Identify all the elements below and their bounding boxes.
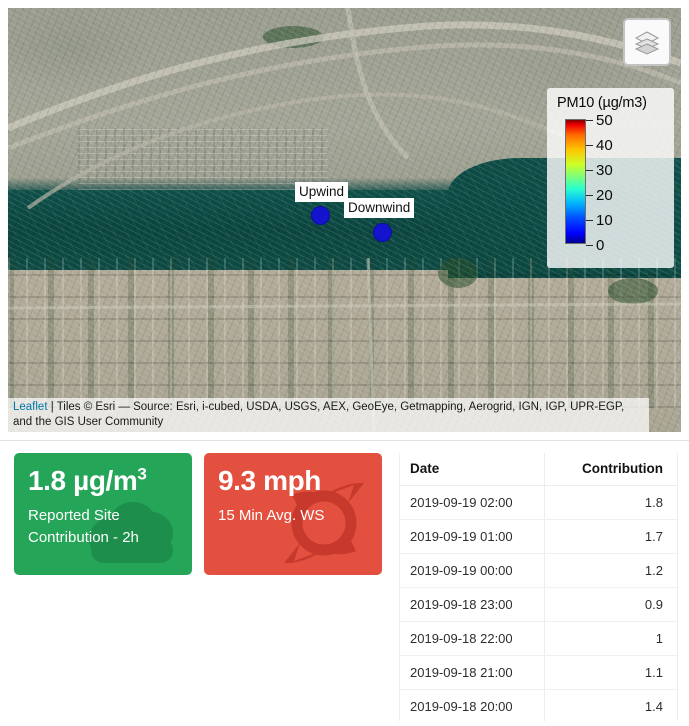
legend-tick-dash	[586, 220, 593, 221]
dashboard-bottom-section: 1.8 µg/m3 Reported Site Contribution - 2…	[0, 441, 689, 726]
cell-contribution: 1.2	[544, 553, 677, 588]
legend-colorbar	[565, 119, 586, 244]
marker-label-downwind: Downwind	[344, 198, 415, 218]
card-value-superscript: 3	[137, 464, 147, 484]
legend-tick-label: 30	[596, 162, 613, 179]
stat-cards-row: 1.8 µg/m3 Reported Site Contribution - 2…	[14, 453, 382, 575]
legend-tick-dash	[586, 195, 593, 196]
card-reported-site-contribution[interactable]: 1.8 µg/m3 Reported Site Contribution - 2…	[14, 453, 192, 575]
cell-date: 2019-09-18 23:00	[400, 587, 545, 622]
table-row[interactable]: 2019-09-18 23:00 0.9	[400, 587, 677, 622]
cell-contribution: 0.9	[544, 587, 677, 622]
marker-upwind[interactable]	[311, 206, 330, 225]
card-value-text: 9.3 mph	[218, 465, 322, 496]
card-wind-speed[interactable]: 9.3 mph 15 Min Avg. WS	[204, 453, 382, 575]
cell-contribution: 1.1	[544, 655, 677, 690]
cell-date: 2019-09-19 02:00	[400, 485, 545, 520]
map-legend: PM10 (µg/m3) 50 40 30 20 10 0	[547, 88, 674, 268]
legend-tick: 10	[586, 212, 613, 229]
cell-date: 2019-09-18 21:00	[400, 655, 545, 690]
table-row[interactable]: 2019-09-19 01:00 1.7	[400, 519, 677, 554]
legend-tick-label: 50	[596, 112, 613, 129]
legend-tick-label: 10	[596, 212, 613, 229]
cell-date: 2019-09-19 01:00	[400, 519, 545, 554]
legend-tick-label: 0	[596, 237, 605, 254]
card-label: 15 Min Avg. WS	[218, 507, 325, 524]
cell-date: 2019-09-18 22:00	[400, 621, 545, 656]
layers-icon	[634, 31, 660, 55]
card-value-text: 1.8 µg/m	[28, 465, 138, 496]
card-label: Reported Site Contribution - 2h	[28, 507, 139, 546]
legend-tick: 0	[586, 237, 604, 254]
table-body: 2019-09-19 02:00 1.8 2019-09-19 01:00 1.…	[400, 485, 677, 721]
column-header-contribution[interactable]: Contribution	[544, 453, 677, 486]
cell-contribution: 1.7	[544, 519, 677, 554]
contribution-table: Date Contribution 2019-09-19 02:00 1.8 2…	[400, 453, 677, 721]
cell-date: 2019-09-19 00:00	[400, 553, 545, 588]
cell-contribution: 1	[544, 621, 677, 656]
map-panel: Upwind Downwind PM10 (µg/m3) 50 40 30 20…	[0, 0, 689, 441]
legend-tick-dash	[586, 120, 593, 121]
cell-date: 2019-09-18 20:00	[400, 689, 545, 721]
legend-tick-dash	[586, 145, 593, 146]
layers-control-button[interactable]	[623, 18, 671, 66]
legend-tick: 40	[586, 137, 613, 154]
table-row[interactable]: 2019-09-19 00:00 1.2	[400, 553, 677, 588]
leaflet-link[interactable]: Leaflet	[13, 401, 48, 413]
legend-tick-label: 40	[596, 137, 613, 154]
cell-contribution: 1.4	[544, 689, 677, 721]
legend-tick: 30	[586, 162, 613, 179]
legend-tick: 20	[586, 187, 613, 204]
legend-tick-dash	[586, 245, 593, 246]
legend-body: 50 40 30 20 10 0	[555, 112, 668, 254]
table-header-row: Date Contribution	[400, 453, 677, 486]
marker-label-upwind: Upwind	[295, 182, 349, 202]
card-value: 1.8 µg/m3	[28, 465, 178, 497]
column-header-date[interactable]: Date	[400, 453, 545, 486]
table-row[interactable]: 2019-09-18 21:00 1.1	[400, 655, 677, 690]
legend-tick-label: 20	[596, 187, 613, 204]
table-row[interactable]: 2019-09-18 22:00 1	[400, 621, 677, 656]
marker-downwind[interactable]	[373, 223, 392, 242]
card-value: 9.3 mph	[218, 465, 368, 497]
attribution-text: | Tiles © Esri — Source: Esri, i-cubed, …	[13, 401, 625, 428]
leaflet-map[interactable]: Upwind Downwind PM10 (µg/m3) 50 40 30 20…	[8, 8, 681, 432]
legend-tick-dash	[586, 170, 593, 171]
table-row[interactable]: 2019-09-18 20:00 1.4	[400, 689, 677, 721]
legend-title: PM10 (µg/m3)	[557, 95, 647, 111]
cell-contribution: 1.8	[544, 485, 677, 520]
contribution-table-container[interactable]: Date Contribution 2019-09-19 02:00 1.8 2…	[399, 453, 678, 721]
map-attribution: Leaflet | Tiles © Esri — Source: Esri, i…	[8, 398, 649, 432]
table-header: Date Contribution	[400, 453, 677, 486]
legend-tick: 50	[586, 112, 613, 129]
table-row[interactable]: 2019-09-19 02:00 1.8	[400, 485, 677, 520]
